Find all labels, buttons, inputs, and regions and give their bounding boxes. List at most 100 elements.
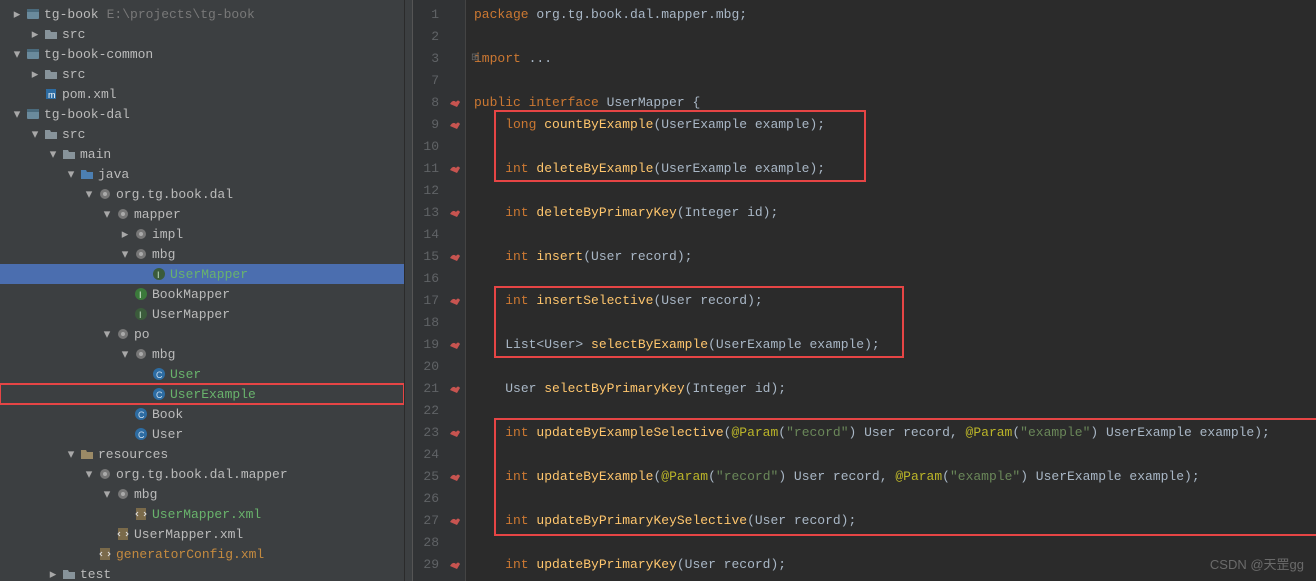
code-line[interactable]: int updateByExample(@Param("record") Use… <box>474 466 1316 488</box>
gutter-mark[interactable] <box>445 70 465 92</box>
tree-item-mapper[interactable]: ▾mapper <box>0 204 404 224</box>
expand-arrow-icon[interactable]: ▾ <box>10 47 24 62</box>
code-line[interactable]: int deleteByExample(UserExample example)… <box>474 158 1316 180</box>
gutter-mark[interactable] <box>445 444 465 466</box>
code-line[interactable] <box>474 224 1316 246</box>
code-line[interactable] <box>474 356 1316 378</box>
code-line[interactable] <box>474 180 1316 202</box>
gutter-mark[interactable] <box>445 136 465 158</box>
tree-item-test[interactable]: ▸test <box>0 564 404 581</box>
editor-scrollbar[interactable] <box>405 0 413 581</box>
code-line[interactable] <box>474 70 1316 92</box>
tree-item-usermapper[interactable]: IUserMapper <box>0 264 404 284</box>
code-line[interactable] <box>474 444 1316 466</box>
gutter-mark[interactable] <box>445 114 465 136</box>
tree-item-src[interactable]: ▸src <box>0 64 404 84</box>
code-line[interactable]: int insertSelective(User record); <box>474 290 1316 312</box>
expand-arrow-icon[interactable]: ▸ <box>28 27 42 42</box>
expand-arrow-icon[interactable]: ▾ <box>10 107 24 122</box>
gutter-mark[interactable] <box>445 532 465 554</box>
code-line[interactable]: List<User> selectByExample(UserExample e… <box>474 334 1316 356</box>
tree-item-tg-book-common[interactable]: ▾tg-book-common <box>0 44 404 64</box>
tree-item-book[interactable]: CBook <box>0 404 404 424</box>
gutter-mark[interactable] <box>445 334 465 356</box>
tree-item-org-tg-book-dal[interactable]: ▾org.tg.book.dal <box>0 184 404 204</box>
gutter-mark[interactable] <box>445 180 465 202</box>
expand-arrow-icon[interactable]: ▾ <box>82 187 96 202</box>
tree-item-tg-book-dal[interactable]: ▾tg-book-dal <box>0 104 404 124</box>
tree-item-usermapper-xml[interactable]: UserMapper.xml <box>0 504 404 524</box>
code-line[interactable]: int insert(User record); <box>474 246 1316 268</box>
code-line[interactable]: ⊞import ... <box>474 48 1316 70</box>
tree-item-mbg[interactable]: ▾mbg <box>0 344 404 364</box>
code-line[interactable]: User selectByPrimaryKey(Integer id); <box>474 378 1316 400</box>
gutter-mark[interactable] <box>445 268 465 290</box>
tree-item-usermapper-xml[interactable]: UserMapper.xml <box>0 524 404 544</box>
expand-arrow-icon[interactable]: ▸ <box>28 67 42 82</box>
tree-item-user[interactable]: CUser <box>0 364 404 384</box>
gutter-mark[interactable] <box>445 26 465 48</box>
tree-item-bookmapper[interactable]: IBookMapper <box>0 284 404 304</box>
gutter-mark[interactable] <box>445 422 465 444</box>
gutter-mark[interactable] <box>445 224 465 246</box>
expand-arrow-icon[interactable]: ▾ <box>118 347 132 362</box>
code-line[interactable]: int updateByExampleSelective(@Param("rec… <box>474 422 1316 444</box>
code-line[interactable] <box>474 26 1316 48</box>
code-editor[interactable]: 1237891011121314151617181920212223242526… <box>405 0 1316 581</box>
tree-item-main[interactable]: ▾main <box>0 144 404 164</box>
code-line[interactable]: int deleteByPrimaryKey(Integer id); <box>474 202 1316 224</box>
code-line[interactable] <box>474 488 1316 510</box>
tree-item-tg-book[interactable]: ▸tg-bookE:\projects\tg-book <box>0 4 404 24</box>
tree-item-pom-xml[interactable]: mpom.xml <box>0 84 404 104</box>
tree-item-java[interactable]: ▾java <box>0 164 404 184</box>
gutter-mark[interactable] <box>445 510 465 532</box>
code-line[interactable]: int updateByPrimaryKeySelective(User rec… <box>474 510 1316 532</box>
gutter-mark[interactable] <box>445 158 465 180</box>
code-line[interactable]: long countByExample(UserExample example)… <box>474 114 1316 136</box>
gutter-mark[interactable] <box>445 246 465 268</box>
code-line[interactable] <box>474 532 1316 554</box>
tree-item-usermapper[interactable]: IUserMapper <box>0 304 404 324</box>
gutter-mark[interactable] <box>445 378 465 400</box>
expand-arrow-icon[interactable]: ▸ <box>46 567 60 581</box>
gutter-mark[interactable] <box>445 466 465 488</box>
gutter-mark[interactable] <box>445 202 465 224</box>
expand-arrow-icon[interactable]: ▾ <box>64 167 78 182</box>
code-line[interactable] <box>474 312 1316 334</box>
project-tree[interactable]: ▸tg-bookE:\projects\tg-book▸src▾tg-book-… <box>0 0 405 581</box>
tree-item-po[interactable]: ▾po <box>0 324 404 344</box>
tree-item-src[interactable]: ▾src <box>0 124 404 144</box>
tree-item-impl[interactable]: ▸impl <box>0 224 404 244</box>
code-line[interactable]: package org.tg.book.dal.mapper.mbg; <box>474 4 1316 26</box>
gutter-mark[interactable] <box>445 92 465 114</box>
expand-arrow-icon[interactable]: ▾ <box>82 467 96 482</box>
gutter-mark[interactable] <box>445 356 465 378</box>
gutter-mark[interactable] <box>445 312 465 334</box>
code-area[interactable]: package org.tg.book.dal.mapper.mbg; ⊞impo… <box>466 0 1316 581</box>
gutter-mark[interactable] <box>445 290 465 312</box>
fold-icon[interactable]: ⊞ <box>471 48 479 70</box>
code-line[interactable] <box>474 268 1316 290</box>
gutter-mark[interactable] <box>445 48 465 70</box>
tree-item-org-tg-book-dal-mapper[interactable]: ▾org.tg.book.dal.mapper <box>0 464 404 484</box>
tree-item-userexample[interactable]: CUserExample <box>0 384 404 404</box>
tree-item-generatorconfig-xml[interactable]: generatorConfig.xml <box>0 544 404 564</box>
expand-arrow-icon[interactable]: ▸ <box>118 227 132 242</box>
tree-item-user[interactable]: CUser <box>0 424 404 444</box>
gutter-mark[interactable] <box>445 400 465 422</box>
expand-arrow-icon[interactable]: ▾ <box>64 447 78 462</box>
tree-item-mbg[interactable]: ▾mbg <box>0 484 404 504</box>
tree-item-resources[interactable]: ▾resources <box>0 444 404 464</box>
code-line[interactable] <box>474 136 1316 158</box>
gutter-mark[interactable] <box>445 554 465 576</box>
tree-item-mbg[interactable]: ▾mbg <box>0 244 404 264</box>
expand-arrow-icon[interactable]: ▸ <box>10 7 24 22</box>
expand-arrow-icon[interactable]: ▾ <box>118 247 132 262</box>
code-line[interactable] <box>474 400 1316 422</box>
code-line[interactable]: int updateByPrimaryKey(User record); <box>474 554 1316 576</box>
code-line[interactable]: public interface UserMapper { <box>474 92 1316 114</box>
gutter-mark[interactable] <box>445 4 465 26</box>
gutter-mark[interactable] <box>445 488 465 510</box>
tree-item-src[interactable]: ▸src <box>0 24 404 44</box>
expand-arrow-icon[interactable]: ▾ <box>100 487 114 502</box>
